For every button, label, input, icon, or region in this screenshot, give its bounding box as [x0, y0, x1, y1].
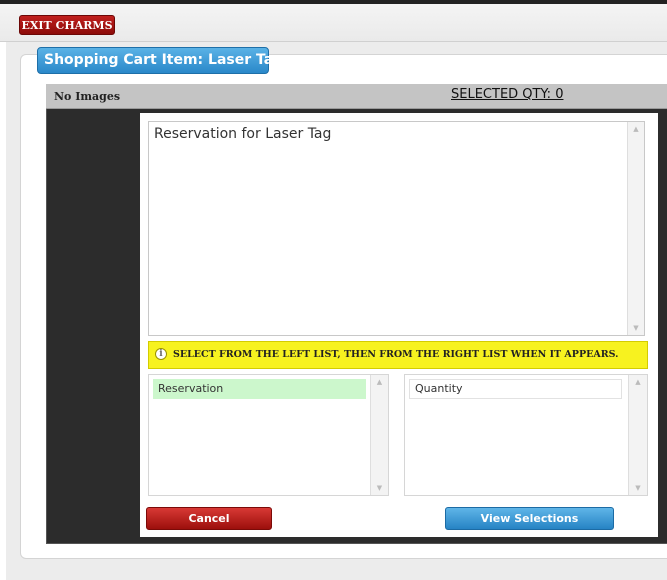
no-images-label: No Images [54, 90, 121, 103]
selected-qty-label: SELECTED QTY: 0 [451, 87, 564, 102]
list-item-reservation[interactable]: Reservation [153, 379, 366, 399]
panel-title: Shopping Cart Item: Laser Tag [37, 47, 283, 74]
list-item-quantity[interactable]: Quantity [409, 379, 622, 399]
description-box [148, 121, 645, 336]
scroll-up-icon[interactable]: ▲ [629, 375, 647, 389]
exit-charms-button[interactable]: EXIT CHARMS [19, 15, 115, 35]
scroll-up-icon[interactable]: ▲ [628, 122, 644, 136]
description-scrollbar[interactable]: ▲ ▼ [627, 122, 644, 335]
scroll-down-icon[interactable]: ▼ [628, 321, 644, 335]
scroll-up-icon[interactable]: ▲ [371, 375, 388, 389]
info-icon: i [155, 348, 167, 360]
scroll-down-icon[interactable]: ▼ [629, 481, 647, 495]
left-list-scrollbar[interactable]: ▲ ▼ [370, 375, 388, 495]
viewer-header [46, 84, 667, 109]
cancel-button[interactable]: Cancel [146, 507, 272, 530]
scroll-down-icon[interactable]: ▼ [371, 481, 388, 495]
view-selections-button[interactable]: View Selections [445, 507, 614, 530]
notice-text: SELECT FROM THE LEFT LIST, THEN FROM THE… [173, 349, 619, 360]
right-list-scrollbar[interactable]: ▲ ▼ [628, 375, 647, 495]
description-text: Reservation for Laser Tag [154, 126, 332, 142]
